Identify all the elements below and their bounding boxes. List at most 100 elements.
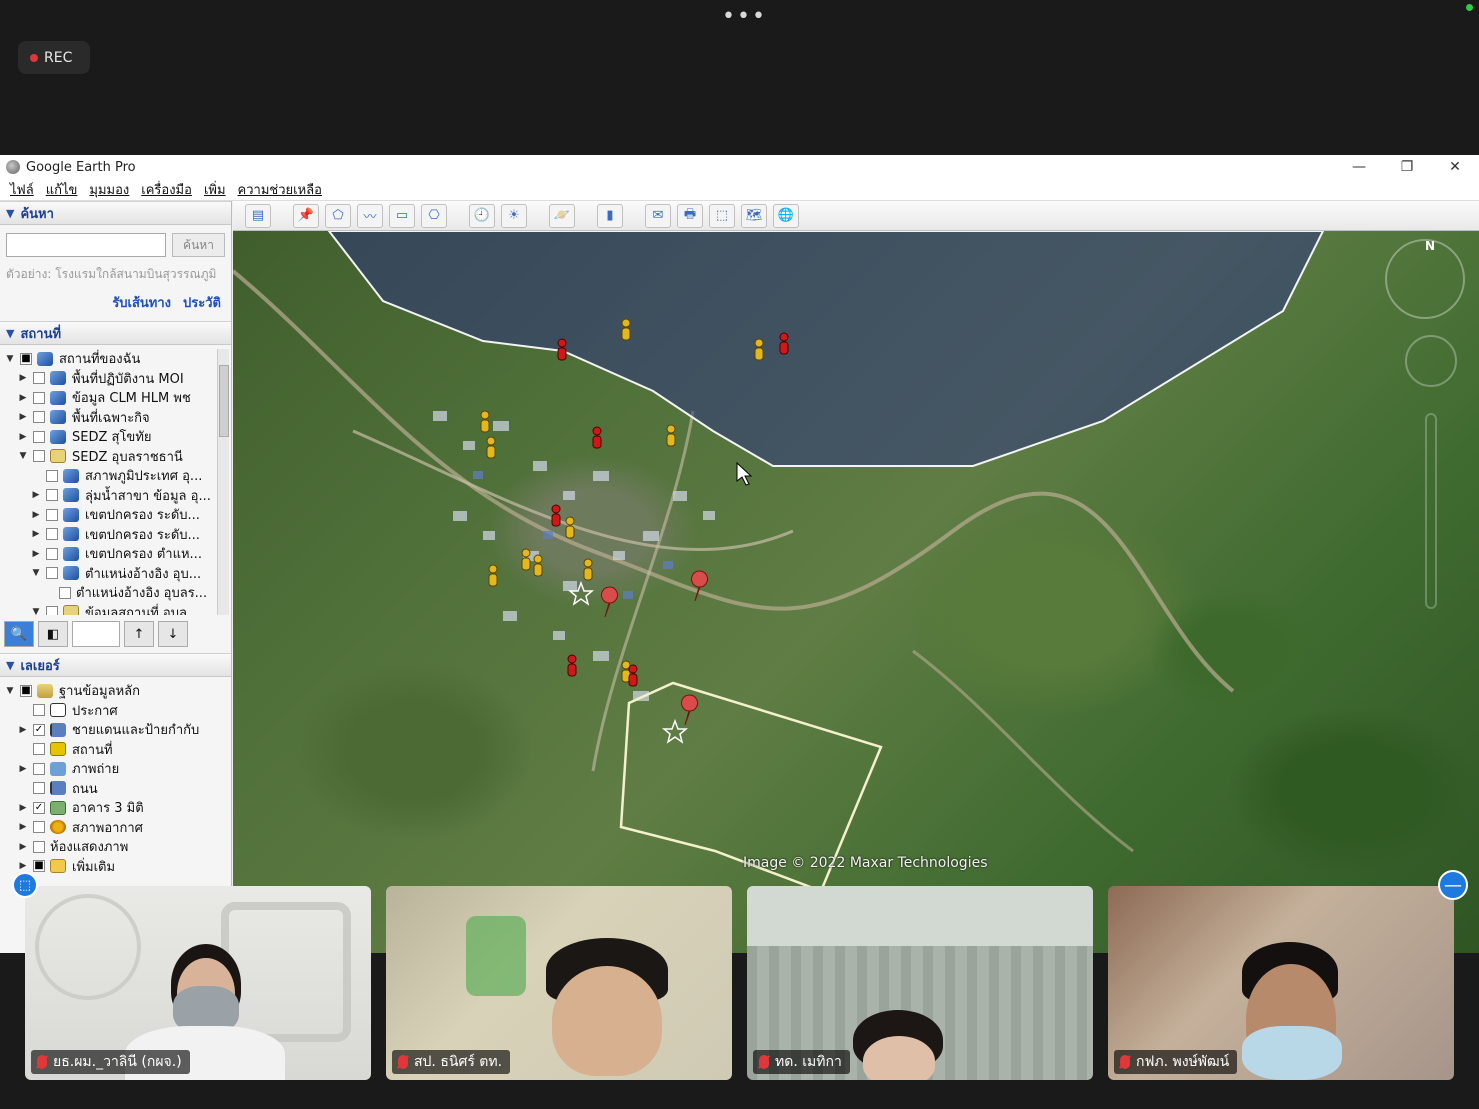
visibility-checkbox[interactable]: ■ — [33, 860, 45, 873]
visibility-checkbox[interactable] — [46, 606, 58, 615]
places-item[interactable]: สภาพภูมิประเทศ อุ... — [0, 466, 231, 486]
visibility-checkbox[interactable]: ✓ — [33, 723, 45, 736]
visibility-checkbox[interactable] — [46, 489, 58, 502]
visibility-checkbox[interactable] — [46, 567, 58, 580]
visibility-checkbox[interactable] — [33, 762, 45, 775]
expand-arrow-icon[interactable]: ▶ — [17, 803, 29, 813]
places-item[interactable]: ▼ ตำแหน่งอ้างอิง อุบ... — [0, 564, 231, 584]
expand-arrow-icon[interactable]: ▶ — [17, 822, 29, 832]
add-polygon-button[interactable]: ⬠ — [325, 203, 351, 228]
menu-view[interactable]: มุมมอง — [89, 179, 129, 200]
save-image-button[interactable]: ⬚ — [709, 203, 735, 228]
expand-arrow-icon[interactable]: ▶ — [17, 412, 29, 422]
visibility-checkbox[interactable] — [33, 782, 45, 795]
add-placemark-button[interactable]: 📌 — [293, 203, 319, 228]
visibility-checkbox[interactable] — [33, 430, 45, 443]
email-button[interactable]: ✉ — [645, 203, 671, 228]
layers-panel-header[interactable]: ▼ เลเยอร์ — [0, 653, 231, 677]
expand-arrow-icon[interactable]: ▶ — [30, 490, 42, 500]
layers-item[interactable]: ▶ ภาพถ่าย — [0, 759, 231, 779]
search-input[interactable] — [6, 233, 166, 257]
visibility-checkbox[interactable] — [46, 469, 58, 482]
zoom-slider[interactable] — [1425, 413, 1437, 609]
expand-arrow-icon[interactable]: ▼ — [30, 568, 42, 578]
participant-tile-1[interactable]: ยธ.ผม._วาลินี (กผจ.) — [25, 886, 371, 1080]
visibility-checkbox[interactable] — [33, 743, 45, 756]
participant-tile-4[interactable]: กฟภ. พงษ์พัฒน์ — [1108, 886, 1454, 1080]
expand-arrow-icon[interactable]: ▶ — [30, 529, 42, 539]
places-item[interactable]: ▶ ข้อมูล CLM HLM พช — [0, 388, 231, 408]
get-directions-link[interactable]: รับเส้นทาง — [112, 292, 171, 313]
visibility-checkbox[interactable] — [46, 528, 58, 541]
expand-arrow-icon[interactable]: ▶ — [17, 861, 29, 871]
layers-item[interactable]: ▶ ✓ ชายแดนและป้ายกำกับ — [0, 720, 231, 740]
collapse-gallery-button[interactable]: — — [1438, 870, 1468, 900]
sunlight-button[interactable]: ☀ — [501, 203, 527, 228]
participant-tile-2[interactable]: สป. ธนิศร์ ตท. — [386, 886, 732, 1080]
restore-button[interactable]: ❐ — [1383, 155, 1431, 179]
expand-arrow-icon[interactable]: ▼ — [4, 354, 16, 364]
places-item[interactable]: ▶ ลุ่มน้ำสาขา ข้อมูล อุ... — [0, 486, 231, 506]
search-button[interactable]: ค้นหา — [172, 233, 225, 257]
visibility-checkbox[interactable] — [46, 547, 58, 560]
look-joystick-control[interactable] — [1405, 335, 1457, 387]
view-in-maps-button[interactable]: 🗺 — [741, 203, 767, 228]
expand-arrow-icon[interactable]: ▶ — [17, 373, 29, 383]
location-pins[interactable] — [601, 570, 708, 726]
places-item[interactable]: ▶ พื้นที่เฉพาะกิจ — [0, 408, 231, 428]
menu-edit[interactable]: แก้ไข — [46, 179, 78, 200]
places-item[interactable]: ▶ เขตปกครอง ตำแห... — [0, 544, 231, 564]
move-up-button[interactable]: ↑ — [124, 621, 154, 647]
layers-item[interactable]: สถานที่ — [0, 740, 231, 760]
places-item[interactable]: ตำแหน่งอ้างอิง อุบลร... — [0, 583, 231, 603]
expand-arrow-icon[interactable]: ▼ — [4, 686, 16, 696]
places-filter-field[interactable] — [72, 621, 120, 647]
places-item[interactable]: ▼ ■ สถานที่ของฉัน — [0, 349, 231, 369]
layers-item[interactable]: ▶ ห้องแสดงภาพ — [0, 837, 231, 857]
move-down-button[interactable]: ↓ — [158, 621, 188, 647]
places-item[interactable]: ▶ เขตปกครอง ระดับ... — [0, 505, 231, 525]
menu-add[interactable]: เพิ่ม — [204, 179, 226, 200]
boundary-area-polygon[interactable] — [327, 231, 1325, 467]
visibility-checkbox[interactable] — [33, 840, 45, 853]
expand-arrow-icon[interactable]: ▶ — [30, 549, 42, 559]
layers-item[interactable]: ▶ ■ เพิ่มเติม — [0, 857, 231, 873]
expand-arrow-icon[interactable]: ▶ — [17, 432, 29, 442]
visibility-checkbox[interactable] — [33, 372, 45, 385]
toggle-panel-button[interactable]: ◧ — [38, 621, 68, 647]
expand-arrow-icon[interactable]: ▶ — [17, 842, 29, 852]
expand-arrow-icon[interactable]: ▼ — [30, 607, 42, 615]
visibility-checkbox[interactable]: ■ — [20, 684, 32, 697]
add-image-overlay-button[interactable]: ▭ — [389, 203, 415, 228]
menu-file[interactable]: ไฟล์ — [10, 179, 34, 200]
expand-arrow-icon[interactable]: ▶ — [30, 510, 42, 520]
layers-item[interactable]: ถนน — [0, 779, 231, 799]
places-scrollbar[interactable] — [217, 349, 229, 615]
menu-tools[interactable]: เครื่องมือ — [141, 179, 192, 200]
history-link[interactable]: ประวัติ — [183, 292, 221, 313]
visibility-checkbox[interactable] — [46, 508, 58, 521]
add-path-button[interactable]: 〰 — [357, 203, 383, 228]
expand-arrow-icon[interactable]: ▼ — [17, 451, 29, 461]
map-viewport[interactable]: Image © 2022 Maxar Technologies N — [233, 231, 1479, 953]
historical-imagery-button[interactable]: 🕘 — [469, 203, 495, 228]
minimize-button[interactable]: — — [1335, 155, 1383, 179]
places-item[interactable]: ▶ เขตปกครอง ระดับ... — [0, 525, 231, 545]
layers-item[interactable]: ▶ ✓ อาคาร 3 มิติ — [0, 798, 231, 818]
print-button[interactable]: 🖶 — [677, 203, 703, 228]
switch-sky-button[interactable]: 🪐 — [549, 203, 575, 228]
expand-arrow-icon[interactable]: ▶ — [17, 393, 29, 403]
close-button[interactable]: ✕ — [1431, 155, 1479, 179]
places-panel-header[interactable]: ▼ สถานที่ — [0, 321, 231, 345]
expand-arrow-icon[interactable]: ▶ — [17, 725, 29, 735]
scroll-thumb[interactable] — [219, 365, 229, 437]
self-view-icon[interactable]: ⬚ — [12, 872, 38, 898]
visibility-checkbox[interactable] — [59, 586, 71, 599]
visibility-checkbox[interactable]: ✓ — [33, 801, 45, 814]
more-options-icon[interactable]: ••• — [722, 6, 767, 28]
record-tour-button[interactable]: ⎔ — [421, 203, 447, 228]
visibility-checkbox[interactable] — [33, 411, 45, 424]
hide-sidebar-button[interactable]: ▤ — [245, 203, 271, 228]
places-item[interactable]: ▼ SEDZ อุบลราชธานี — [0, 447, 231, 467]
expand-arrow-icon[interactable]: ▶ — [17, 764, 29, 774]
